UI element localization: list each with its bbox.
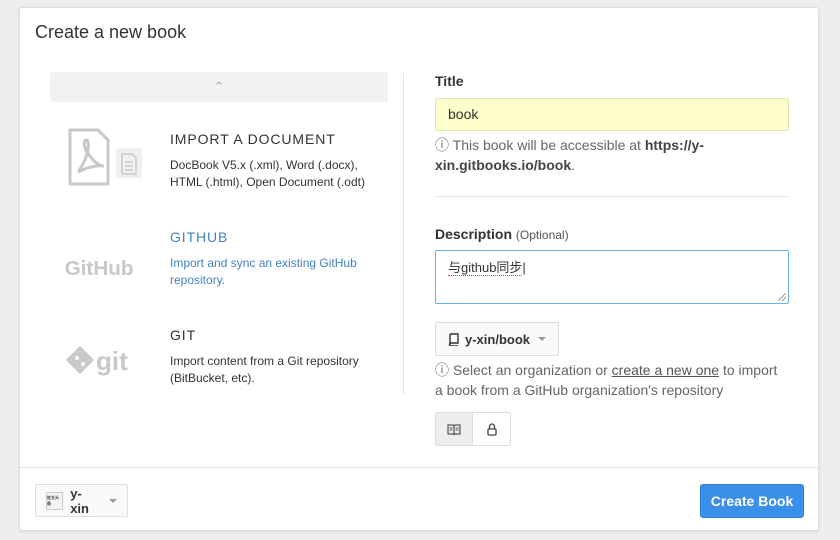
description-value: 与github同步 — [448, 260, 523, 276]
create-book-modal: Create a new book ⌃ IMPORT A DOCUMENT Do… — [19, 7, 819, 531]
scroll-up-button[interactable]: ⌃ — [50, 72, 388, 102]
optional-hint: (Optional) — [515, 228, 569, 242]
form-separator — [435, 196, 789, 197]
description-label: Description (Optional) — [435, 226, 569, 242]
vertical-divider — [403, 73, 404, 395]
source-option-title: GIT — [170, 327, 197, 343]
source-option-document[interactable]: IMPORT A DOCUMENT DocBook V5.x (.xml), W… — [50, 128, 388, 208]
source-option-description: Import and sync an existing GitHub repos… — [170, 256, 357, 287]
title-label: Title — [435, 73, 464, 89]
lock-icon — [486, 422, 497, 436]
modal-footer: 姓名头像 y-xin Create Book — [20, 467, 818, 531]
source-option-github[interactable]: GitHub GITHUB Import and sync an existin… — [50, 226, 388, 296]
svg-text:GitHub: GitHub — [65, 257, 134, 280]
org-help-prefix: Select an organization or — [452, 362, 612, 378]
create-org-link[interactable]: create a new one — [612, 362, 719, 378]
pdf-document-icon — [68, 128, 142, 186]
url-help-text: ⓘ This book will be accessible at https:… — [435, 135, 789, 175]
create-book-button[interactable]: Create Book — [700, 484, 804, 518]
chevron-down-icon — [538, 337, 547, 341]
resize-handle[interactable] — [778, 293, 786, 301]
chevron-down-icon — [109, 498, 117, 503]
repo-select[interactable]: y-xin/book — [435, 322, 560, 356]
account-select[interactable]: 姓名头像 y-xin — [35, 484, 128, 517]
git-logo-icon: git — [65, 345, 128, 376]
description-label-text: Description — [435, 226, 513, 242]
source-option-title: GITHUB — [170, 229, 229, 245]
source-options: ⌃ IMPORT A DOCUMENT DocBook V5.x (.xml),… — [50, 72, 388, 385]
public-button[interactable] — [435, 412, 473, 446]
visibility-toggle — [435, 412, 511, 446]
account-name: y-xin — [70, 485, 89, 516]
url-help-prefix: This book will be accessible at — [452, 137, 645, 153]
open-book-icon — [447, 423, 461, 435]
source-option-git[interactable]: git GIT Import content from a Git reposi… — [50, 324, 388, 394]
source-option-description: Import content from a Git repository (Bi… — [170, 354, 359, 385]
url-help-suffix: . — [571, 157, 576, 173]
repo-select-value: y-xin/book — [465, 331, 531, 347]
modal-title: Create a new book — [35, 22, 187, 42]
org-help-text: ⓘ Select an organization or create a new… — [435, 360, 789, 400]
description-textarea[interactable]: 与github同步| — [435, 250, 789, 304]
info-icon: ⓘ — [435, 362, 449, 378]
github-logo-icon: GitHub — [65, 257, 134, 280]
avatar: 姓名头像 — [46, 491, 64, 510]
title-input[interactable]: book — [435, 98, 789, 131]
source-option-title: IMPORT A DOCUMENT — [170, 131, 336, 147]
source-option-description: DocBook V5.x (.xml), Word (.docx), HTML … — [170, 158, 365, 189]
repo-icon — [448, 332, 459, 346]
chevron-up-icon: ⌃ — [213, 79, 225, 94]
private-button[interactable] — [473, 412, 511, 446]
svg-text:git: git — [96, 346, 128, 376]
info-icon: ⓘ — [435, 137, 449, 153]
